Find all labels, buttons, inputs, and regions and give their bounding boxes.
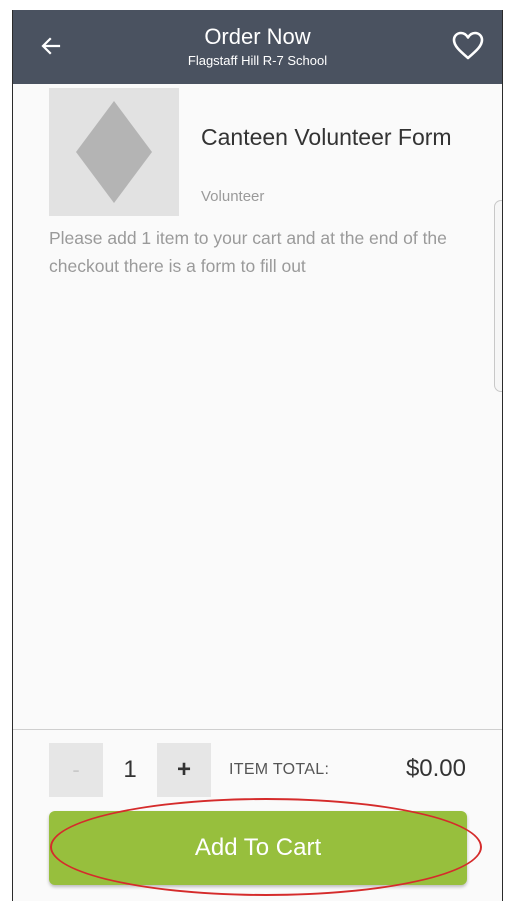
scrollbar[interactable] [494, 200, 502, 392]
favorite-button[interactable] [448, 26, 488, 66]
page-subtitle: Flagstaff Hill R-7 School [187, 53, 328, 68]
decrease-quantity-button[interactable]: - [49, 743, 103, 797]
app-screen: Order Now Flagstaff Hill R-7 School Cant… [12, 10, 503, 901]
quantity-value: 1 [123, 756, 137, 783]
increase-quantity-button[interactable]: + [157, 743, 211, 797]
product-thumbnail [49, 88, 179, 216]
product-header: Canteen Volunteer Form Volunteer [49, 88, 482, 218]
heart-outline-icon [452, 31, 484, 60]
back-button[interactable] [35, 30, 67, 62]
arrow-left-icon [41, 37, 61, 55]
order-bar: - 1 + ITEM TOTAL: $0.00 Add To Cart [13, 729, 502, 901]
add-to-cart-button[interactable]: Add To Cart [49, 811, 467, 885]
diamond-placeholder-icon [76, 101, 152, 203]
item-total-value: $0.00 [405, 755, 466, 782]
title-block: Order Now Flagstaff Hill R-7 School [93, 24, 422, 70]
item-total-label: ITEM TOTAL: [229, 761, 330, 778]
page-title: Order Now [204, 24, 311, 49]
app-bar: Order Now Flagstaff Hill R-7 School [13, 10, 502, 84]
product-category: Volunteer [201, 188, 265, 205]
product-title: Canteen Volunteer Form [201, 124, 452, 150]
product-description: Please add 1 item to your cart and at th… [49, 228, 447, 276]
